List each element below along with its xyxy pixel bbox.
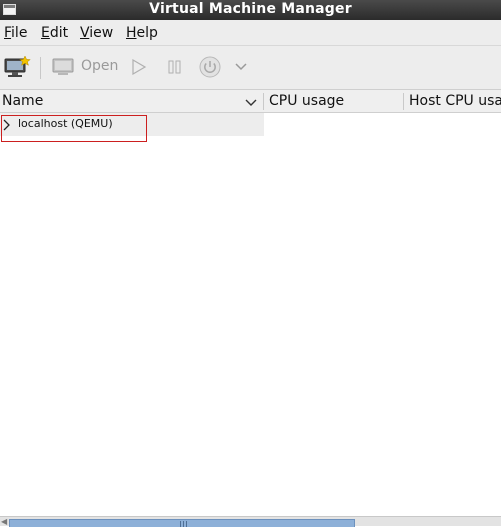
open-label: Open: [81, 58, 119, 74]
window-title: Virtual Machine Manager: [149, 1, 352, 17]
monitor-icon: [52, 58, 74, 75]
menu-bar: File Edit View Help: [0, 20, 501, 46]
title-bar: Virtual Machine Manager: [0, 0, 501, 20]
menu-view-label: iew: [89, 25, 114, 41]
column-name[interactable]: Name: [2, 90, 43, 112]
toolbar-separator: [40, 57, 41, 79]
menu-view[interactable]: View: [80, 25, 113, 41]
scroll-left-icon[interactable]: ◀: [1, 517, 7, 526]
new-vm-button[interactable]: [4, 55, 32, 83]
grip-icon: [180, 521, 187, 527]
shutdown-button[interactable]: [199, 56, 223, 84]
menu-help[interactable]: Help: [126, 25, 158, 41]
menu-edit[interactable]: Edit: [41, 25, 68, 41]
menu-help-mnemonic: H: [126, 25, 137, 41]
power-icon: [199, 56, 221, 78]
pause-icon: [168, 60, 181, 74]
vm-list: localhost (QEMU): [0, 113, 501, 516]
selection-highlight-box: [1, 115, 147, 142]
column-cpu-usage[interactable]: CPU usage: [269, 90, 344, 112]
menu-file-label: ile: [11, 25, 28, 41]
chevron-down-icon: [245, 99, 257, 106]
menu-edit-mnemonic: E: [41, 25, 50, 41]
column-sort-button[interactable]: [245, 97, 257, 112]
column-headers: Name CPU usage Host CPU usage: [0, 90, 501, 113]
menu-help-label: elp: [136, 25, 158, 41]
menu-edit-label: dit: [49, 25, 69, 41]
menu-view-mnemonic: V: [80, 25, 90, 41]
column-divider: [263, 93, 264, 110]
column-divider: [403, 93, 404, 110]
shutdown-menu-button[interactable]: [235, 61, 247, 76]
horizontal-scrollbar[interactable]: ◀: [0, 516, 501, 527]
new-vm-icon: [4, 55, 31, 77]
pause-button[interactable]: [167, 59, 183, 79]
toolbar: Open: [0, 46, 501, 90]
menu-file-mnemonic: F: [4, 25, 12, 41]
column-host-cpu-usage[interactable]: Host CPU usage: [409, 90, 501, 112]
run-button[interactable]: [131, 58, 147, 79]
chevron-down-icon: [235, 63, 247, 71]
play-icon: [132, 58, 147, 76]
menu-file[interactable]: File: [4, 25, 27, 41]
